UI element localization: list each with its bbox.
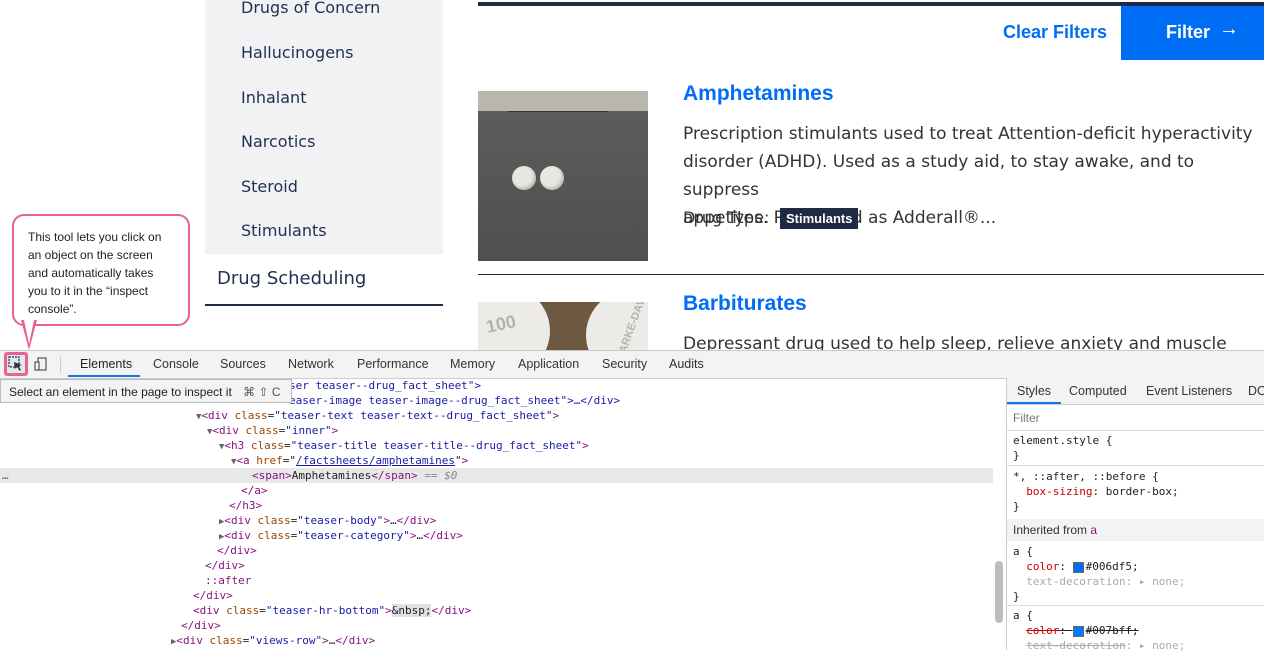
tab-event-listeners[interactable]: Event Listeners (1146, 384, 1232, 398)
sidebar-divider (205, 304, 443, 306)
styles-tabs: Styles Computed Event Listeners DO (1007, 378, 1264, 405)
dom-node[interactable]: <div class="teaser-hr-bottom">&nbsp;</di… (193, 603, 471, 618)
barbiturates-thumbnail[interactable]: 100 PARKE-DAVIS (478, 302, 648, 350)
rule-divider (1007, 465, 1264, 466)
tab-application[interactable]: Application (518, 357, 579, 371)
elements-scrollbar[interactable] (995, 561, 1003, 623)
dom-node[interactable]: ▼<div class="teaser-text teaser-text--dr… (196, 408, 559, 423)
callout-text: This tool lets you click on an object on… (28, 230, 162, 316)
description-line: appetites. Prescribed as Adderall®... (683, 208, 997, 228)
dom-node[interactable]: </div> (205, 558, 245, 573)
select-element-icon (8, 356, 22, 371)
category-steroid[interactable]: Steroid (241, 177, 298, 196)
selected-node-highlight (0, 468, 993, 483)
universal-rule[interactable]: *, ::after, ::before { box-sizing: borde… (1013, 469, 1179, 514)
filter-button-label: Filter (1166, 22, 1211, 42)
tab-sources[interactable]: Sources (220, 357, 266, 371)
dom-node[interactable]: </div> (217, 543, 257, 558)
amphetamines-title-link[interactable]: Amphetamines (683, 82, 834, 106)
category-stimulants[interactable]: Stimulants (241, 221, 327, 240)
dom-node[interactable]: </div> (181, 618, 221, 633)
callout-pointer-inner (24, 320, 34, 344)
tab-dom-breakpoints[interactable]: DO (1248, 384, 1264, 398)
tab-audits[interactable]: Audits (669, 357, 704, 371)
rule-divider (1007, 430, 1264, 431)
element-style-rule[interactable]: element.style { } (1013, 433, 1112, 463)
drug-category-list: Drugs of Concern Hallucinogens Inhalant … (205, 0, 443, 254)
description-line: Prescription stimulants used to treat At… (683, 124, 1253, 144)
description-line: disorder (ADHD). Used as a study aid, to… (683, 152, 1195, 200)
node-menu-icon[interactable]: … (2, 468, 9, 483)
devtools-toolbar: Elements Console Sources Network Perform… (0, 351, 1264, 379)
inspect-tooltip: Select an element in the page to inspect… (0, 379, 292, 403)
dom-node[interactable]: ▼<a href="/factsheets/amphetamines"> (231, 453, 468, 468)
dom-node[interactable]: ▼<div class="inner"> (207, 423, 338, 438)
dom-node[interactable]: ▶<div class="teaser-body">…</div> (219, 513, 436, 528)
active-tab-indicator (1007, 402, 1061, 404)
tab-memory[interactable]: Memory (450, 357, 495, 371)
tooltip-shortcut: ⌘ ⇧ C (243, 385, 281, 399)
drug-type-label: Drug Type: (683, 208, 770, 227)
rule-divider (1007, 605, 1264, 606)
inspect-tool-callout: This tool lets you click on an object on… (12, 214, 190, 326)
color-swatch[interactable] (1072, 625, 1084, 637)
tab-performance[interactable]: Performance (357, 357, 429, 371)
styles-filter-input[interactable] (1011, 408, 1264, 428)
dom-node[interactable]: </a> (241, 483, 268, 498)
inspect-element-button[interactable] (4, 352, 28, 376)
toolbar-separator (60, 356, 61, 373)
pill-image: 100 (478, 302, 550, 350)
dom-node[interactable]: ser teaser--drug_fact_sheet"> (289, 378, 481, 393)
device-toolbar-icon[interactable] (34, 357, 48, 371)
pill-image: PARKE-DAVIS (586, 302, 648, 350)
dom-node-selected[interactable]: <span>Amphetamines</span> == $0 (252, 468, 457, 483)
result-divider (478, 274, 1264, 275)
drug-scheduling-link[interactable]: Drug Scheduling (217, 268, 366, 289)
dom-node[interactable]: </h3> (229, 498, 262, 513)
inherited-header: Inherited from a (1007, 519, 1264, 541)
active-tab-indicator (68, 375, 140, 377)
category-drugs-of-concern[interactable]: Drugs of Concern (241, 0, 380, 17)
tab-styles[interactable]: Styles (1017, 384, 1051, 398)
href-link[interactable]: /factsheets/amphetamines (296, 454, 455, 467)
tab-security[interactable]: Security (602, 357, 647, 371)
category-inhalant[interactable]: Inhalant (241, 88, 306, 107)
amphetamines-thumbnail[interactable] (478, 91, 648, 261)
clear-filters-button[interactable]: Clear Filters (1003, 22, 1107, 43)
styles-pane: Styles Computed Event Listeners DO eleme… (1006, 378, 1264, 653)
dom-node[interactable]: </div> (193, 588, 233, 603)
arrow-right-icon: → (1219, 18, 1239, 40)
category-narcotics[interactable]: Narcotics (241, 132, 315, 151)
ruler-graphic (508, 99, 608, 112)
anchor-rule[interactable]: a { color: #006df5; text-decoration: ▸ n… (1013, 544, 1185, 604)
dom-node[interactable]: ▶<div class="teaser-category">…</div> (219, 528, 463, 543)
color-swatch[interactable] (1072, 561, 1084, 573)
tab-elements[interactable]: Elements (80, 357, 132, 371)
elements-tree: ser teaser--drug_fact_sheet"> easer-imag… (0, 378, 993, 650)
filter-button[interactable]: Filter → (1121, 6, 1264, 60)
dom-node[interactable]: ::after (205, 573, 251, 588)
drug-type-badge[interactable]: Stimulants (780, 208, 859, 229)
tab-network[interactable]: Network (288, 357, 334, 371)
category-hallucinogens[interactable]: Hallucinogens (241, 43, 354, 62)
amphetamines-description: Prescription stimulants used to treat At… (683, 120, 1264, 232)
dom-node[interactable]: ▼<h3 class="teaser-title teaser-title--d… (219, 438, 589, 453)
dom-node[interactable]: easer-image teaser-image--drug_fact_shee… (289, 393, 620, 408)
dom-node[interactable]: ▶<div class="views-row">…</div> (171, 633, 375, 648)
tab-computed[interactable]: Computed (1069, 384, 1127, 398)
anchor-rule-overridden[interactable]: a { color: #007bff; text-decoration: ▸ n… (1013, 608, 1185, 653)
barbiturates-title-link[interactable]: Barbiturates (683, 292, 807, 316)
tooltip-text: Select an element in the page to inspect… (9, 385, 232, 399)
pill-image (512, 166, 536, 190)
pill-image (540, 166, 564, 190)
tab-console[interactable]: Console (153, 357, 199, 371)
devtools-panel: Elements Console Sources Network Perform… (0, 350, 1264, 653)
